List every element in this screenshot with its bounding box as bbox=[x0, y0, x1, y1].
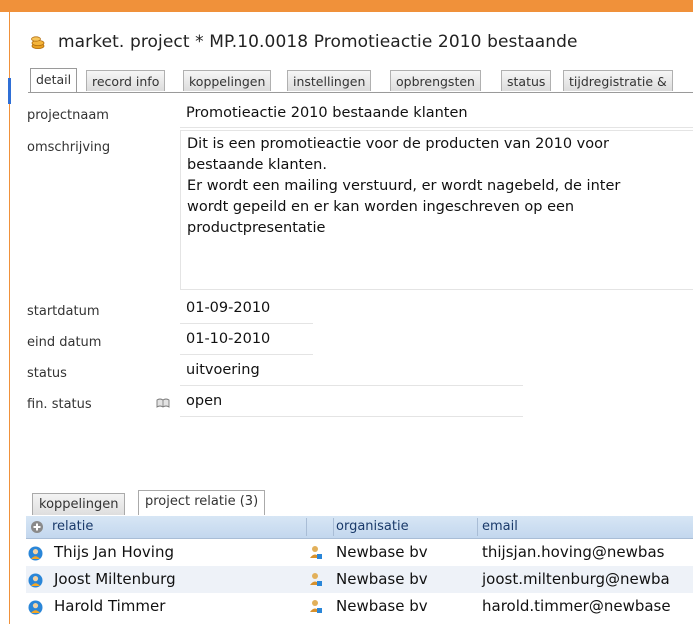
relatie-cell: Thijs Jan Hoving bbox=[54, 543, 175, 561]
title-text: market. project * MP.10.0018 Promotieact… bbox=[58, 32, 578, 52]
finstatus-field[interactable] bbox=[180, 390, 523, 417]
tab-record-info[interactable]: record info bbox=[86, 70, 166, 91]
table-row[interactable]: Thijs Jan Hoving Newbase bv thijsjan.hov… bbox=[26, 539, 693, 566]
table-row[interactable]: Joost Miltenburg Newbase bv joost.milten… bbox=[26, 566, 693, 593]
relatie-cell: Joost Miltenburg bbox=[54, 570, 176, 588]
email-cell[interactable]: thijsjan.hoving@newbas bbox=[482, 539, 664, 566]
projectnaam-label: projectnaam bbox=[27, 108, 109, 123]
column-separator bbox=[333, 518, 334, 536]
organisation-user-icon bbox=[310, 546, 322, 559]
status-label: status bbox=[27, 366, 67, 381]
person-globe-icon bbox=[28, 546, 43, 561]
relatie-cell: Harold Timmer bbox=[54, 597, 166, 615]
organisatie-cell: Newbase bv bbox=[336, 570, 428, 588]
tab-tijdregistratie[interactable]: tijdregistratie & bbox=[563, 70, 673, 91]
einddatum-label: eind datum bbox=[27, 335, 102, 350]
finstatus-value: open bbox=[186, 393, 223, 409]
column-header-organisatie[interactable]: organisatie bbox=[336, 516, 409, 538]
project-coins-icon bbox=[31, 36, 45, 49]
left-selection-marker bbox=[8, 78, 11, 104]
projectnaam-value: Promotieactie 2010 bestaande klanten bbox=[186, 105, 468, 121]
tab-detail[interactable]: detail bbox=[30, 68, 78, 92]
organisation-user-icon bbox=[310, 573, 322, 586]
page-title: market. project * MP.10.0018 Promotieact… bbox=[30, 28, 578, 56]
status-value: uitvoering bbox=[186, 362, 260, 378]
email-cell[interactable]: joost.miltenburg@newba bbox=[482, 566, 670, 593]
column-header-relatie[interactable]: relatie bbox=[52, 516, 93, 538]
email-cell[interactable]: harold.timmer@newbase bbox=[482, 593, 671, 620]
grid-header: relatie organisatie email bbox=[26, 516, 693, 539]
organisatie-cell: Newbase bv bbox=[336, 597, 428, 615]
column-separator bbox=[306, 518, 307, 536]
tab-koppelingen[interactable]: koppelingen bbox=[183, 70, 272, 91]
startdatum-label: startdatum bbox=[27, 304, 100, 319]
omschrijving-label: omschrijving bbox=[27, 140, 111, 155]
tab-koppelingen-lower[interactable]: koppelingen bbox=[32, 493, 126, 515]
person-globe-icon bbox=[28, 573, 43, 588]
finstatus-label: fin. status bbox=[27, 397, 92, 412]
column-header-email[interactable]: email bbox=[482, 516, 518, 538]
omschrijving-textarea[interactable]: Dit is een promotieactie voor de product… bbox=[180, 130, 693, 290]
organisation-user-icon bbox=[310, 600, 322, 613]
table-row[interactable]: Harold Timmer Newbase bv harold.timmer@n… bbox=[26, 593, 693, 620]
einddatum-value: 01-10-2010 bbox=[186, 331, 271, 347]
book-lookup-icon[interactable] bbox=[156, 398, 170, 408]
detail-tabbar: detail record info koppelingen instellin… bbox=[28, 68, 693, 93]
tab-instellingen[interactable]: instellingen bbox=[287, 70, 372, 91]
add-circle-icon[interactable] bbox=[30, 520, 44, 534]
tab-project-relatie[interactable]: project relatie (3) bbox=[138, 490, 266, 515]
top-accent-bar bbox=[0, 0, 693, 12]
startdatum-value: 01-09-2010 bbox=[186, 300, 271, 316]
tab-status[interactable]: status bbox=[501, 70, 552, 91]
person-globe-icon bbox=[28, 600, 43, 615]
column-separator bbox=[477, 518, 478, 536]
tab-opbrengsten[interactable]: opbrengsten bbox=[390, 70, 481, 91]
organisatie-cell: Newbase bv bbox=[336, 543, 428, 561]
